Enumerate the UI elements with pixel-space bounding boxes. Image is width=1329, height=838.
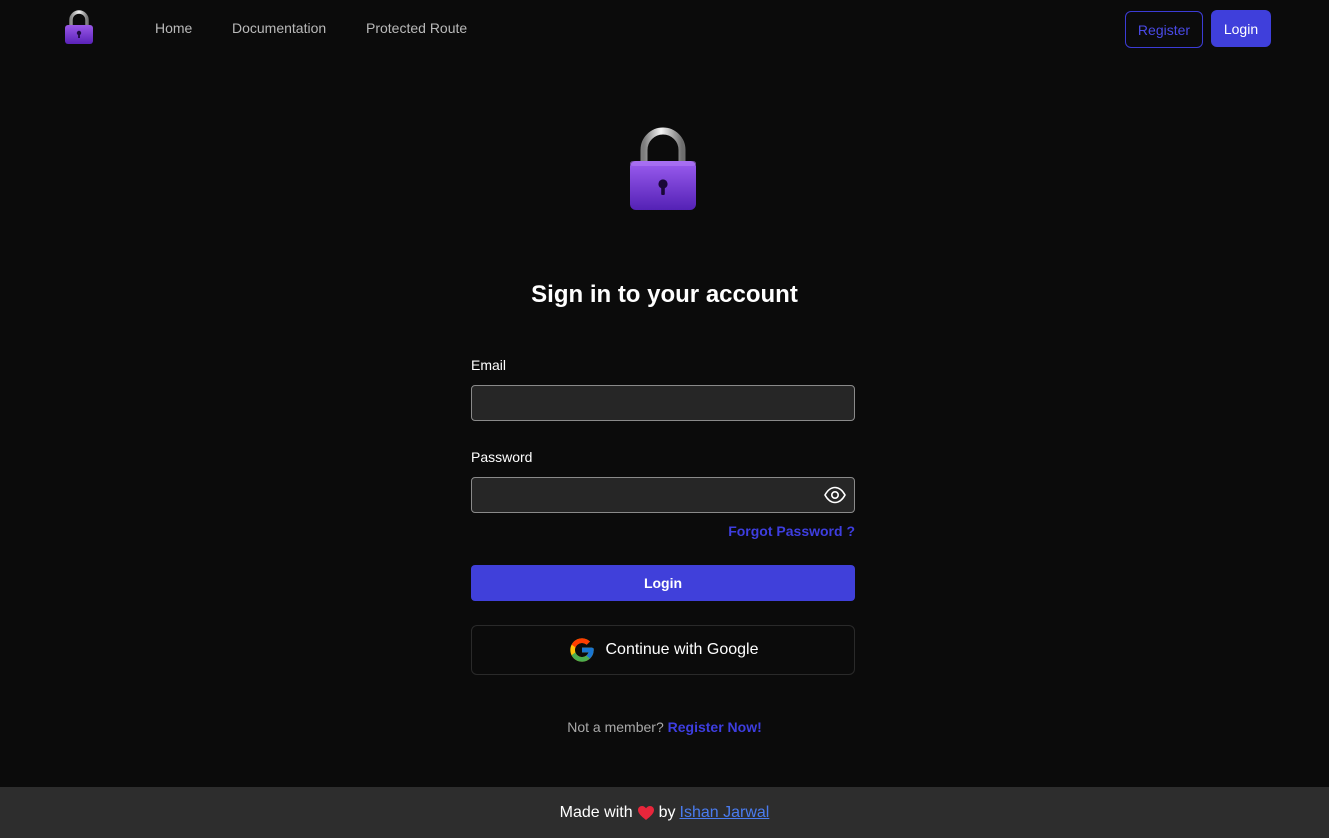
not-a-member-text: Not a member? <box>567 719 664 735</box>
footer-made-with-text: Made with <box>559 803 633 821</box>
nav-documentation-link[interactable]: Documentation <box>232 20 326 37</box>
email-label: Email <box>471 357 507 373</box>
nav-protected-route-link[interactable]: Protected Route <box>366 20 467 37</box>
author-link[interactable]: Ishan Jarwal <box>680 804 770 822</box>
password-label: Password <box>471 449 533 465</box>
footer: Made with by Ishan Jarwal <box>0 787 1329 838</box>
eye-icon[interactable] <box>823 485 847 505</box>
login-nav-button[interactable]: Login <box>1211 10 1271 47</box>
email-field[interactable] <box>471 385 855 421</box>
heart-icon <box>637 805 654 820</box>
google-button-label: Continue with Google <box>605 641 759 658</box>
google-icon <box>569 638 594 662</box>
login-button[interactable]: Login <box>471 565 855 601</box>
top-navbar: Home Documentation Protected Route Regis… <box>0 0 1329 58</box>
forgot-password-link[interactable]: Forgot Password ? <box>700 523 855 540</box>
register-now-link[interactable]: Register Now! <box>668 719 762 735</box>
nav-home-link[interactable]: Home <box>155 20 192 37</box>
password-field[interactable] <box>471 477 855 513</box>
lock-icon[interactable] <box>62 9 96 45</box>
register-button[interactable]: Register <box>1125 11 1203 48</box>
register-prompt: Not a member? Register Now! <box>0 719 1329 736</box>
lock-icon <box>630 127 696 210</box>
google-signin-button[interactable]: Continue with Google <box>471 625 855 675</box>
footer-by-text: by <box>658 803 676 821</box>
page-title: Sign in to your account <box>531 281 798 308</box>
